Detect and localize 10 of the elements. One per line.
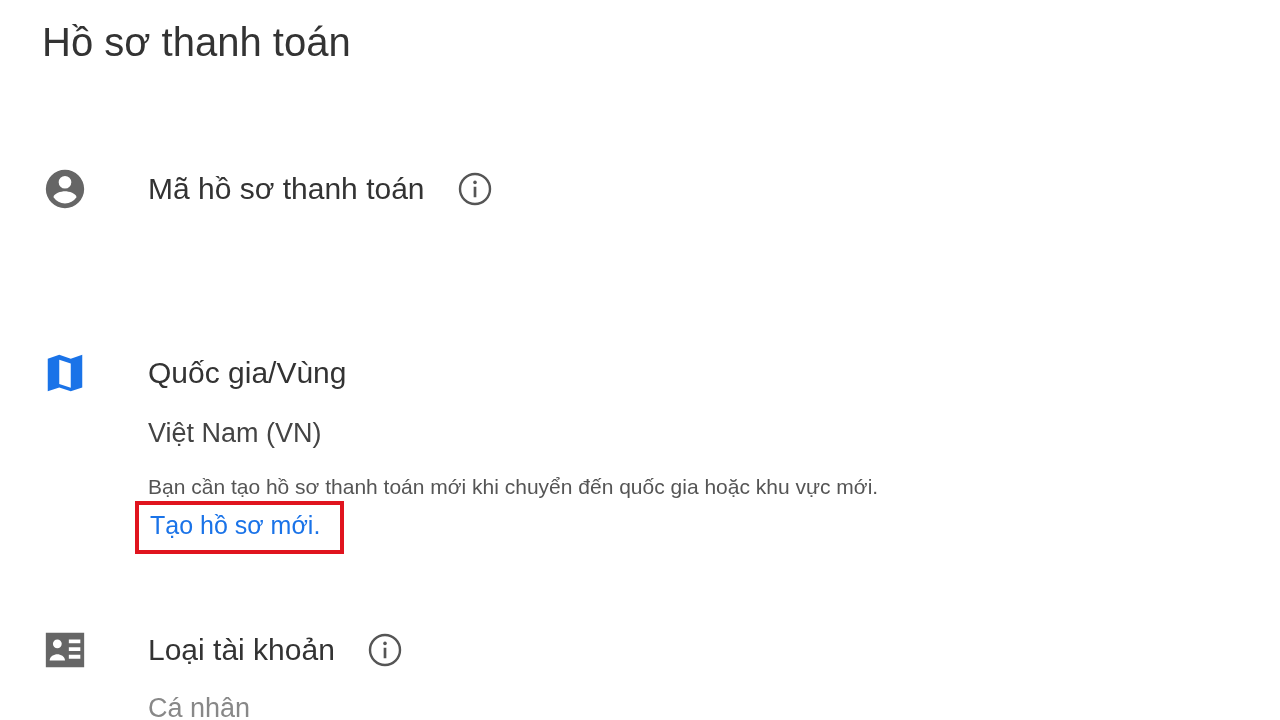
section-label: Mã hồ sơ thanh toán [148,172,425,206]
page-title: Hồ sơ thanh toán [42,19,352,66]
note-text: Bạn cần tạo hồ sơ thanh toán mới khi chuyển đến quốc gia hoặc khu vực mới. [148,475,879,499]
section-value: Việt Nam (VN) [148,418,323,449]
section-label: Quốc gia/Vùng [148,356,347,390]
section-label: Loại tài khoản [148,633,335,667]
info-icon[interactable] [366,632,403,668]
info-icon[interactable] [456,171,493,207]
create-profile-link[interactable]: Tạo hồ sơ mới. [135,501,345,554]
section-value: Cá nhân [148,693,252,720]
